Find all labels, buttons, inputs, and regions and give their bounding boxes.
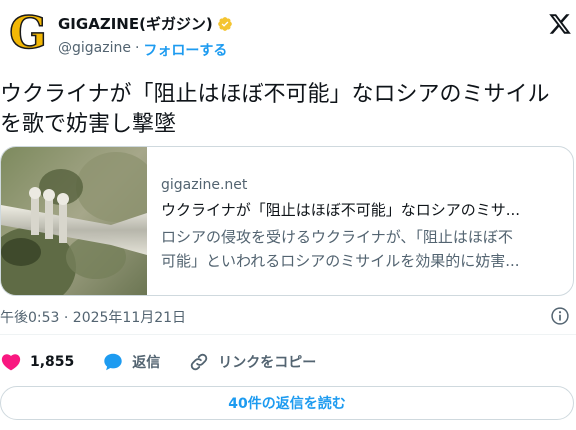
verified-badge-icon: [217, 16, 232, 31]
card-description-line: 可能」といわれるロシアのミサイルを効果的に妨害...: [161, 252, 520, 270]
separator-dot: ·: [134, 40, 140, 56]
handle-row: @gigazine · フォローする: [58, 40, 227, 60]
card-thumbnail-image[interactable]: [1, 147, 147, 296]
heart-icon: [1, 354, 21, 371]
divider: [0, 334, 576, 335]
author-name[interactable]: GIGAZINE(ギガジン): [58, 13, 213, 34]
likes-count: 1,855: [30, 354, 75, 370]
author-avatar[interactable]: G: [4, 10, 52, 58]
read-replies-label: 40件の返信を読む: [228, 396, 346, 412]
card-domain: gigazine.net: [161, 177, 248, 193]
like-button[interactable]: 1,855: [0, 351, 74, 373]
author-name-row[interactable]: GIGAZINE(ギガジン): [58, 13, 233, 34]
tweet-text: ウクライナが「阻止はほぼ不可能」なロシアのミサイル を歌で妨害し撃墜: [0, 80, 570, 140]
x-logo-icon[interactable]: [548, 12, 572, 36]
info-icon[interactable]: [550, 306, 570, 326]
copy-link-button[interactable]: リンクをコピー: [188, 351, 316, 373]
reply-bubble-icon: [104, 353, 123, 371]
tweet-timestamp[interactable]: 午後0:53 · 2025年11月21日: [0, 307, 186, 327]
author-handle[interactable]: @gigazine: [58, 40, 131, 60]
tweet-text-line: ウクライナが「阻止はほぼ不可能」なロシアのミサイル: [0, 82, 550, 107]
tweet-text-line: を歌で妨害し撃墜: [0, 112, 177, 137]
link-card[interactable]: gigazine.net ウクライナが「阻止はほぼ不可能」なロシアのミサ... …: [0, 146, 574, 296]
card-description-line: ロシアの侵攻を受けるウクライナが、「阻止はほぼ不: [161, 228, 513, 246]
card-description: ロシアの侵攻を受けるウクライナが、「阻止はほぼ不 可能」といわれるロシアのミサイ…: [161, 225, 567, 273]
card-title: ウクライナが「阻止はほぼ不可能」なロシアのミサ...: [161, 201, 521, 219]
card-body: gigazine.net ウクライナが「阻止はほぼ不可能」なロシアのミサ... …: [161, 177, 571, 273]
reply-button[interactable]: 返信: [102, 351, 160, 373]
avatar-letter: G: [8, 8, 47, 59]
read-replies-button[interactable]: 40件の返信を読む: [0, 386, 574, 420]
action-bar: 1,855 返信 リンクをコピー: [0, 350, 344, 374]
reply-label: 返信: [132, 355, 161, 371]
copy-link-label: リンクをコピー: [218, 355, 317, 371]
link-icon: [191, 353, 208, 371]
follow-link[interactable]: フォローする: [143, 40, 227, 60]
